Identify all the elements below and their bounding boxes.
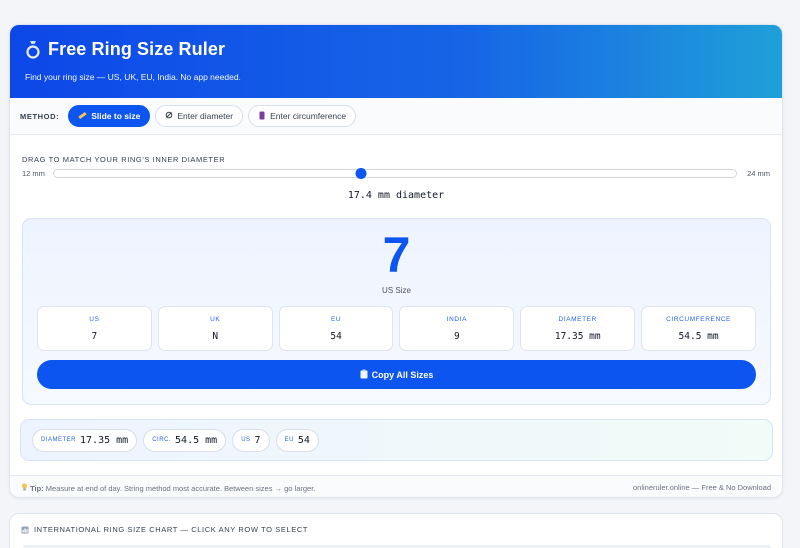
slider-min-label: 12 mm — [22, 169, 45, 178]
tip-label: Tip: — [30, 483, 44, 493]
chip-value: 7 — [254, 434, 261, 446]
page-subtitle: Find your ring size — US, UK, EU, India.… — [25, 72, 241, 82]
size-cell-value: 54 — [330, 331, 342, 342]
method-diameter-label: Enter diameter — [177, 111, 234, 121]
size-cell-circumference: CIRCUMFERENCE 54.5 mm — [641, 306, 756, 351]
header: Free Ring Size Ruler Find your ring size… — [10, 25, 782, 98]
lightbulb-icon — [21, 482, 30, 493]
method-bar: METHOD: Slide to size Enter diameter Ent… — [10, 98, 782, 135]
chip-circumference: CIRC. 54.5 mm — [143, 428, 227, 452]
tip-text: Measure at end of day. String method mos… — [45, 483, 316, 493]
size-cell-diameter: DIAMETER 17.35 mm — [520, 306, 636, 351]
size-cell-value: 17.35 mm — [554, 331, 601, 342]
size-cell-label: CIRCUMFERENCE — [666, 316, 731, 323]
chip-us: US 7 — [232, 428, 270, 452]
us-size-label: US Size — [382, 286, 411, 295]
diameter-readout: 17.4 mm diameter — [347, 190, 445, 201]
method-diameter-button[interactable]: Enter diameter — [155, 105, 244, 127]
slider-max-label: 24 mm — [747, 169, 770, 178]
chip-label: US — [241, 437, 251, 443]
method-slide-button[interactable]: Slide to size — [68, 105, 151, 127]
method-slide-label: Slide to size — [91, 111, 141, 121]
string-icon — [258, 111, 266, 122]
slider-row: 12 mm 24 mm — [22, 168, 770, 179]
chip-value: 54.5 mm — [175, 434, 218, 446]
size-chart-title-row: INTERNATIONAL RING SIZE CHART — CLICK AN… — [10, 514, 782, 534]
tip: Tip: Measure at end of day. String metho… — [21, 482, 316, 493]
slider-label: DRAG TO MATCH YOUR RING'S INNER DIAMETER — [22, 155, 226, 164]
chip-label: CIRC. — [152, 437, 172, 443]
ring-icon — [25, 40, 41, 60]
chip-eu: EU 54 — [275, 428, 319, 452]
method-circumference-label: Enter circumference — [270, 111, 347, 121]
size-chart-title: INTERNATIONAL RING SIZE CHART — CLICK AN… — [34, 525, 309, 534]
footer: Tip: Measure at end of day. String metho… — [10, 475, 782, 497]
page-title-row: Free Ring Size Ruler — [25, 39, 767, 60]
chart-icon — [21, 526, 29, 534]
size-cell-india: INDIA 9 — [399, 306, 515, 351]
size-cell-value: 7 — [91, 331, 98, 342]
size-cell-us: US 7 — [37, 306, 152, 351]
size-cell-value: N — [212, 331, 219, 342]
size-cell-label: DIAMETER — [558, 316, 597, 323]
method-label: METHOD: — [20, 111, 60, 121]
clipboard-icon — [360, 369, 368, 381]
size-cell-value: 9 — [454, 331, 460, 342]
chip-value: 17.35 mm — [80, 434, 129, 446]
footer-credit: onlineruler.online — Free & No Download — [633, 483, 771, 492]
size-cell-label: INDIA — [446, 316, 468, 323]
size-cell-eu: EU 54 — [278, 306, 394, 351]
chip-diameter: DIAMETER 17.35 mm — [32, 428, 138, 452]
size-cell-label: UK — [210, 316, 221, 323]
ring-size-card: Free Ring Size Ruler Find your ring size… — [9, 24, 783, 498]
result-box: 7 US Size US 7 UK N EU 54 INDIA 9 DIAMET… — [22, 218, 771, 405]
us-size-value: 7 — [382, 227, 411, 283]
chip-value: 54 — [297, 434, 310, 446]
size-cell-uk: UK N — [157, 306, 273, 351]
chip-label: DIAMETER — [41, 437, 77, 443]
ring-diameter-icon — [165, 111, 173, 121]
diameter-slider-track[interactable] — [53, 168, 737, 179]
size-cell-label: US — [89, 316, 100, 323]
size-chart-card: INTERNATIONAL RING SIZE CHART — CLICK AN… — [9, 513, 783, 548]
size-cell-label: EU — [330, 316, 342, 323]
summary-chips: DIAMETER 17.35 mm CIRC. 54.5 mm US 7 EU … — [20, 419, 773, 461]
page-title: Free Ring Size Ruler — [48, 39, 226, 59]
method-circumference-button[interactable]: Enter circumference — [248, 105, 357, 127]
size-grid: US 7 UK N EU 54 INDIA 9 DIAMETER 17.35 m… — [23, 306, 770, 351]
diameter-slider-thumb[interactable] — [355, 168, 367, 179]
chip-label: EU — [284, 437, 294, 443]
slider-section: DRAG TO MATCH YOUR RING'S INNER DIAMETER… — [10, 135, 782, 201]
copy-all-sizes-button[interactable]: Copy All Sizes — [37, 360, 756, 389]
ruler-icon — [78, 111, 87, 122]
copy-all-sizes-label: Copy All Sizes — [371, 369, 434, 380]
size-cell-value: 54.5 mm — [678, 331, 719, 342]
